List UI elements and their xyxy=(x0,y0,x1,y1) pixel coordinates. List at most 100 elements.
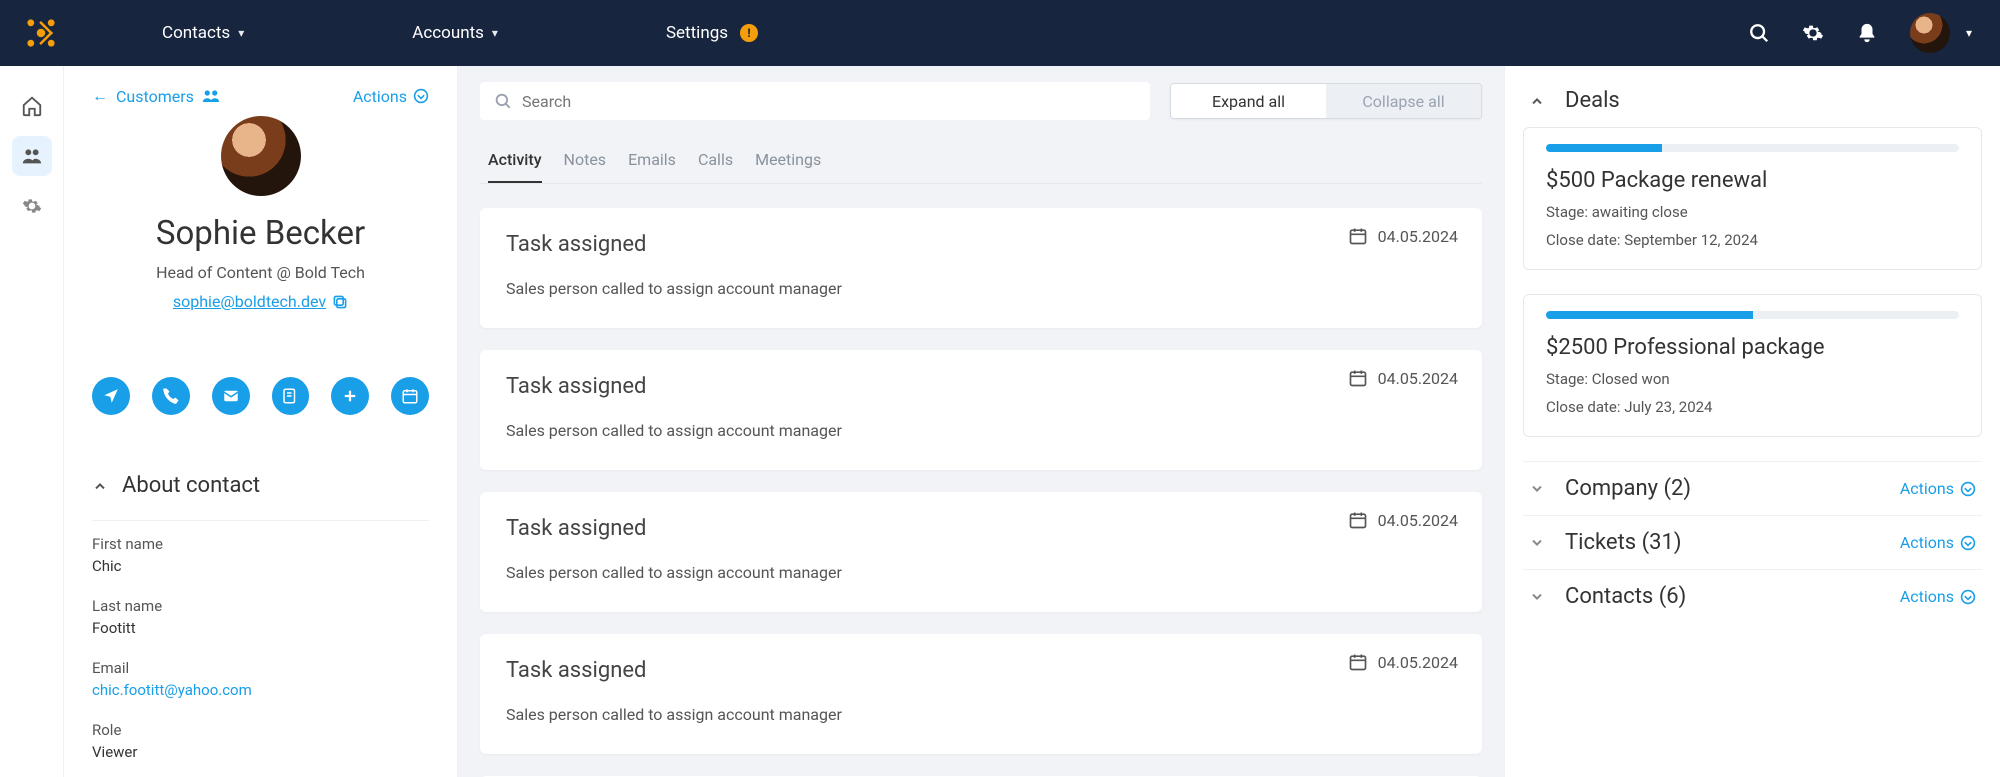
divider xyxy=(92,520,429,521)
chevron-down-icon[interactable]: ▾ xyxy=(1966,26,1972,40)
bell-icon[interactable] xyxy=(1856,22,1878,44)
expand-all-button[interactable]: Expand all xyxy=(1171,84,1326,118)
activity-date-text: 04.05.2024 xyxy=(1378,369,1458,388)
activity-card[interactable]: 04.05.2024 Task assigned Sales person ca… xyxy=(480,208,1482,328)
activity-date: 04.05.2024 xyxy=(1348,368,1458,388)
call-button[interactable] xyxy=(152,377,190,415)
rail-settings[interactable] xyxy=(12,186,52,226)
accordion-row[interactable]: Company (2) Actions xyxy=(1523,461,1982,515)
search-input-wrap[interactable] xyxy=(480,82,1150,120)
deal-stage: Stage: awaiting close xyxy=(1546,203,1959,221)
profile-email[interactable]: sophie@boldtech.dev xyxy=(173,292,326,311)
tab-activity[interactable]: Activity xyxy=(488,150,542,183)
tab-emails[interactable]: Emails xyxy=(628,150,676,183)
arrow-left-icon: ← xyxy=(92,86,108,106)
last-name-label: Last name xyxy=(92,597,429,615)
nav-settings-label: Settings xyxy=(666,23,728,43)
deal-close-date: Close date: September 12, 2024 xyxy=(1546,231,1959,249)
user-avatar[interactable] xyxy=(1910,13,1950,53)
activity-body: Sales person called to assign account ma… xyxy=(506,279,1456,298)
profile-avatar xyxy=(221,116,301,196)
nav-contacts[interactable]: Contacts▾ xyxy=(138,23,268,43)
activity-card[interactable]: 04.05.2024 Task assigned Sales person ca… xyxy=(480,350,1482,470)
deal-title: $500 Package renewal xyxy=(1546,168,1959,193)
accordion-actions[interactable]: Actions xyxy=(1900,533,1976,552)
rail-contacts[interactable] xyxy=(12,136,52,176)
activity-title: Task assigned xyxy=(506,232,1456,257)
email-button[interactable] xyxy=(212,377,250,415)
add-button[interactable] xyxy=(331,377,369,415)
activity-body: Sales person called to assign account ma… xyxy=(506,705,1456,724)
nav-accounts[interactable]: Accounts▾ xyxy=(388,23,522,43)
schedule-button[interactable] xyxy=(391,377,429,415)
activity-date-text: 04.05.2024 xyxy=(1378,227,1458,246)
deal-title: $2500 Professional package xyxy=(1546,335,1959,360)
actions-label: Actions xyxy=(353,87,407,106)
activity-list: 04.05.2024 Task assigned Sales person ca… xyxy=(480,208,1482,777)
deal-card[interactable]: $2500 Professional package Stage: Closed… xyxy=(1523,294,1982,437)
search-icon xyxy=(494,92,512,110)
email-label: Email xyxy=(92,659,429,677)
search-input[interactable] xyxy=(522,92,1136,111)
deal-card[interactable]: $500 Package renewal Stage: awaiting clo… xyxy=(1523,127,1982,270)
activity-date-text: 04.05.2024 xyxy=(1378,511,1458,530)
role-label: Role xyxy=(92,721,429,739)
activity-body: Sales person called to assign account ma… xyxy=(506,563,1456,582)
topbar: Contacts▾ Accounts▾ Settings! ▾ xyxy=(0,0,2000,66)
email-value[interactable]: chic.footitt@yahoo.com xyxy=(92,681,429,699)
nav-settings[interactable]: Settings! xyxy=(642,23,782,43)
activity-date: 04.05.2024 xyxy=(1348,226,1458,246)
accordion-actions[interactable]: Actions xyxy=(1900,587,1976,606)
tab-notes[interactable]: Notes xyxy=(564,150,607,183)
about-section-toggle[interactable]: About contact xyxy=(92,473,429,512)
deals-heading: Deals xyxy=(1565,88,1620,113)
breadcrumb[interactable]: ← Customers xyxy=(92,86,220,106)
chevron-up-icon xyxy=(92,478,108,494)
accordion-row[interactable]: Contacts (6) Actions xyxy=(1523,569,1982,623)
collapse-all-button[interactable]: Collapse all xyxy=(1326,84,1481,118)
topbar-right: ▾ xyxy=(1748,13,1972,53)
gear-icon[interactable] xyxy=(1802,22,1824,44)
activity-card[interactable]: 04.05.2024 Task assigned Sales person ca… xyxy=(480,634,1482,754)
rail-home[interactable] xyxy=(12,86,52,126)
nav: Contacts▾ Accounts▾ Settings! xyxy=(138,23,782,43)
activity-pane: Expand all Collapse all Activity Notes E… xyxy=(458,66,1504,777)
role-value: Viewer xyxy=(92,743,429,761)
chevron-down-icon xyxy=(1529,535,1545,551)
logo[interactable] xyxy=(24,16,58,50)
contact-panel: ← Customers Actions Sophie Becker Head o… xyxy=(64,66,458,777)
tabs: Activity Notes Emails Calls Meetings xyxy=(480,150,1482,184)
send-button[interactable] xyxy=(92,377,130,415)
copy-icon[interactable] xyxy=(332,294,348,310)
chevron-down-icon: ▾ xyxy=(492,26,498,40)
activity-title: Task assigned xyxy=(506,374,1456,399)
accordion-title: Company (2) xyxy=(1565,476,1691,501)
deal-progress xyxy=(1546,144,1959,152)
profile-title: Head of Content @ Bold Tech xyxy=(92,263,429,282)
calendar-icon xyxy=(1348,510,1368,530)
calendar-icon xyxy=(1348,652,1368,672)
accordion-row[interactable]: Tickets (31) Actions xyxy=(1523,515,1982,569)
tab-calls[interactable]: Calls xyxy=(698,150,733,183)
accordion-actions[interactable]: Actions xyxy=(1900,479,1976,498)
side-rail xyxy=(0,66,64,777)
people-icon xyxy=(202,89,220,103)
accordion-title: Tickets (31) xyxy=(1565,530,1682,555)
deal-stage: Stage: Closed won xyxy=(1546,370,1959,388)
note-button[interactable] xyxy=(272,377,310,415)
about-heading: About contact xyxy=(122,473,260,498)
warning-badge: ! xyxy=(740,24,758,42)
activity-date: 04.05.2024 xyxy=(1348,510,1458,530)
actions-dropdown[interactable]: Actions xyxy=(353,87,429,106)
deals-section-toggle[interactable]: Deals xyxy=(1523,82,1982,127)
nav-contacts-label: Contacts xyxy=(162,23,230,43)
activity-title: Task assigned xyxy=(506,658,1456,683)
contact-actions xyxy=(92,377,429,415)
breadcrumb-label: Customers xyxy=(116,87,194,106)
chevron-down-icon xyxy=(1529,589,1545,605)
last-name-value: Footitt xyxy=(92,619,429,637)
search-icon[interactable] xyxy=(1748,22,1770,44)
tab-meetings[interactable]: Meetings xyxy=(755,150,821,183)
expand-toggle: Expand all Collapse all xyxy=(1170,83,1482,119)
activity-card[interactable]: 04.05.2024 Task assigned Sales person ca… xyxy=(480,492,1482,612)
